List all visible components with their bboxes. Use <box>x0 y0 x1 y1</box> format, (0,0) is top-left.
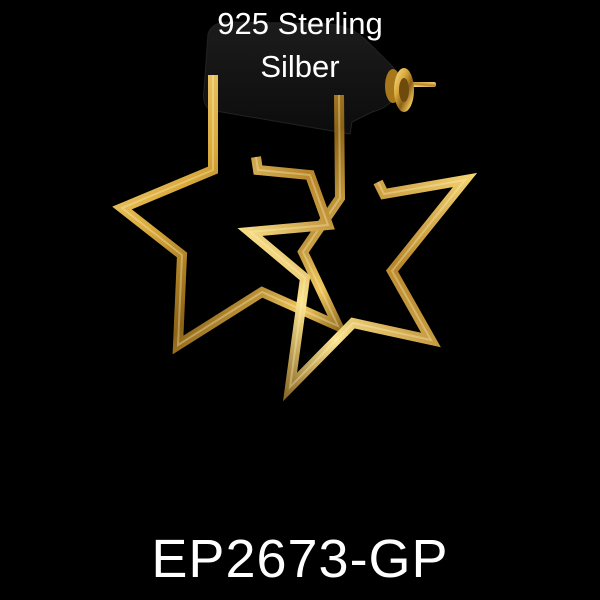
product-sku: EP2673-GP <box>151 529 449 589</box>
product-photo <box>0 0 600 600</box>
material-caption-line-1: 925 Sterling <box>217 6 383 41</box>
material-caption-line-2: Silber <box>260 49 340 84</box>
